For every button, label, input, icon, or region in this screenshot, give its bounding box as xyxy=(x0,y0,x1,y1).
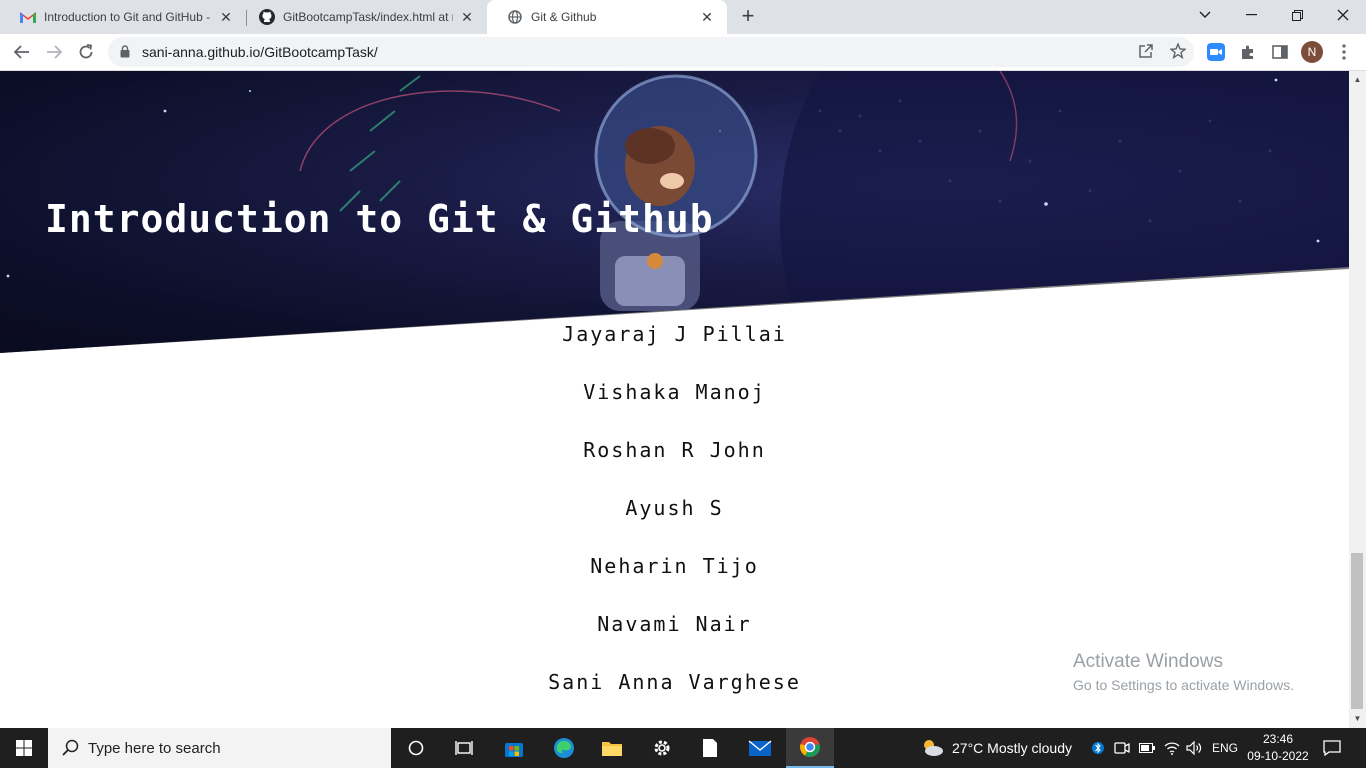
menu-kebab-icon[interactable] xyxy=(1330,38,1358,66)
tab-title: Git & Github xyxy=(531,10,597,24)
close-icon[interactable]: ✕ xyxy=(218,9,234,25)
wifi-icon[interactable] xyxy=(1164,728,1180,768)
tab-gmail[interactable]: Introduction to Git and GitHub - ✕ xyxy=(0,0,246,34)
gmail-icon xyxy=(20,9,36,25)
reload-icon[interactable] xyxy=(72,38,100,66)
browser-toolbar: sani-anna.github.io/GitBootcampTask/ N xyxy=(0,34,1366,71)
page-title: Introduction to Git & Github xyxy=(45,197,714,241)
back-icon[interactable] xyxy=(8,38,36,66)
microsoft-store-icon[interactable] xyxy=(490,728,538,768)
scroll-down-icon[interactable]: ▼ xyxy=(1353,714,1362,723)
astronaut-illustration xyxy=(594,74,758,311)
extensions-icon[interactable] xyxy=(1234,38,1262,66)
zoom-extension-icon[interactable] xyxy=(1202,38,1230,66)
address-bar[interactable]: sani-anna.github.io/GitBootcampTask/ xyxy=(108,37,1194,67)
settings-gear-icon[interactable] xyxy=(638,728,686,768)
notepad-file-icon[interactable] xyxy=(686,728,734,768)
cortana-icon[interactable] xyxy=(392,728,440,768)
list-item: Vishaka Manoj xyxy=(583,380,766,404)
list-item: Jayaraj J Pillai xyxy=(562,322,787,346)
search-icon xyxy=(62,739,80,762)
side-panel-icon[interactable] xyxy=(1266,38,1294,66)
restore-icon[interactable] xyxy=(1274,0,1320,30)
window-close-icon[interactable] xyxy=(1320,0,1366,30)
url-text: sani-anna.github.io/GitBootcampTask/ xyxy=(142,44,378,60)
profile-avatar[interactable]: N xyxy=(1301,41,1323,63)
mail-icon[interactable] xyxy=(736,728,784,768)
taskbar-search-box[interactable]: Type here to search xyxy=(48,728,391,768)
tab-git-github[interactable]: Git & Github ✕ xyxy=(487,0,727,34)
task-view-icon[interactable] xyxy=(440,728,488,768)
windows-taskbar: Type here to search 27°C Mostly cloudy E… xyxy=(0,728,1366,768)
meet-now-icon[interactable] xyxy=(1114,728,1130,768)
new-tab-icon[interactable]: + xyxy=(736,5,760,29)
clock-date: 09-10-2022 xyxy=(1247,749,1309,763)
lock-icon[interactable] xyxy=(120,45,130,63)
globe-icon xyxy=(507,9,523,25)
tab-title: Introduction to Git and GitHub - xyxy=(44,10,211,24)
weather-widget[interactable]: 27°C Mostly cloudy xyxy=(920,728,1072,768)
chrome-browser-icon[interactable] xyxy=(786,728,834,768)
tab-github[interactable]: GitBootcampTask/index.html at m ✕ xyxy=(239,0,487,34)
bookmark-star-icon[interactable] xyxy=(1169,42,1187,64)
forward-icon[interactable] xyxy=(40,38,68,66)
page-viewport: Introduction to Git & Github Jayaraj J P… xyxy=(0,71,1349,728)
list-item: Roshan R John xyxy=(583,438,766,462)
watermark-title: Activate Windows xyxy=(1073,651,1223,672)
close-icon[interactable]: ✕ xyxy=(459,9,475,25)
tab-title: GitBootcampTask/index.html at m xyxy=(283,10,453,24)
edge-browser-icon[interactable] xyxy=(540,728,588,768)
battery-icon[interactable] xyxy=(1139,728,1155,768)
notification-icon[interactable] xyxy=(1323,728,1341,768)
volume-icon[interactable] xyxy=(1186,728,1202,768)
cloud-sun-icon xyxy=(920,737,944,760)
search-placeholder: Type here to search xyxy=(88,740,221,757)
windows-start-icon[interactable] xyxy=(0,728,48,768)
bluetooth-icon[interactable] xyxy=(1092,728,1104,768)
file-explorer-icon[interactable] xyxy=(588,728,636,768)
watermark-subtitle: Go to Settings to activate Windows. xyxy=(1073,677,1294,693)
scrollbar-thumb[interactable] xyxy=(1351,553,1363,709)
vertical-scrollbar[interactable]: ▲ ▼ xyxy=(1349,71,1366,728)
scroll-up-icon[interactable]: ▲ xyxy=(1353,75,1362,84)
system-clock[interactable]: 23:46 09-10-2022 xyxy=(1246,731,1310,765)
list-item: Neharin Tijo xyxy=(590,554,759,578)
language-indicator[interactable]: ENG xyxy=(1212,728,1238,768)
clock-time: 23:46 xyxy=(1262,732,1294,746)
github-icon xyxy=(259,9,275,25)
tab-search-icon[interactable] xyxy=(1182,0,1228,30)
share-icon[interactable] xyxy=(1138,43,1154,64)
tab-strip: Introduction to Git and GitHub - ✕ GitBo… xyxy=(0,0,1366,34)
minimize-icon[interactable] xyxy=(1228,0,1274,30)
weather-text: 27°C Mostly cloudy xyxy=(952,740,1072,756)
close-icon[interactable]: ✕ xyxy=(699,9,715,25)
list-item: Ayush S xyxy=(625,496,724,520)
activate-windows-watermark: Activate Windows Go to Settings to activ… xyxy=(1073,651,1294,693)
